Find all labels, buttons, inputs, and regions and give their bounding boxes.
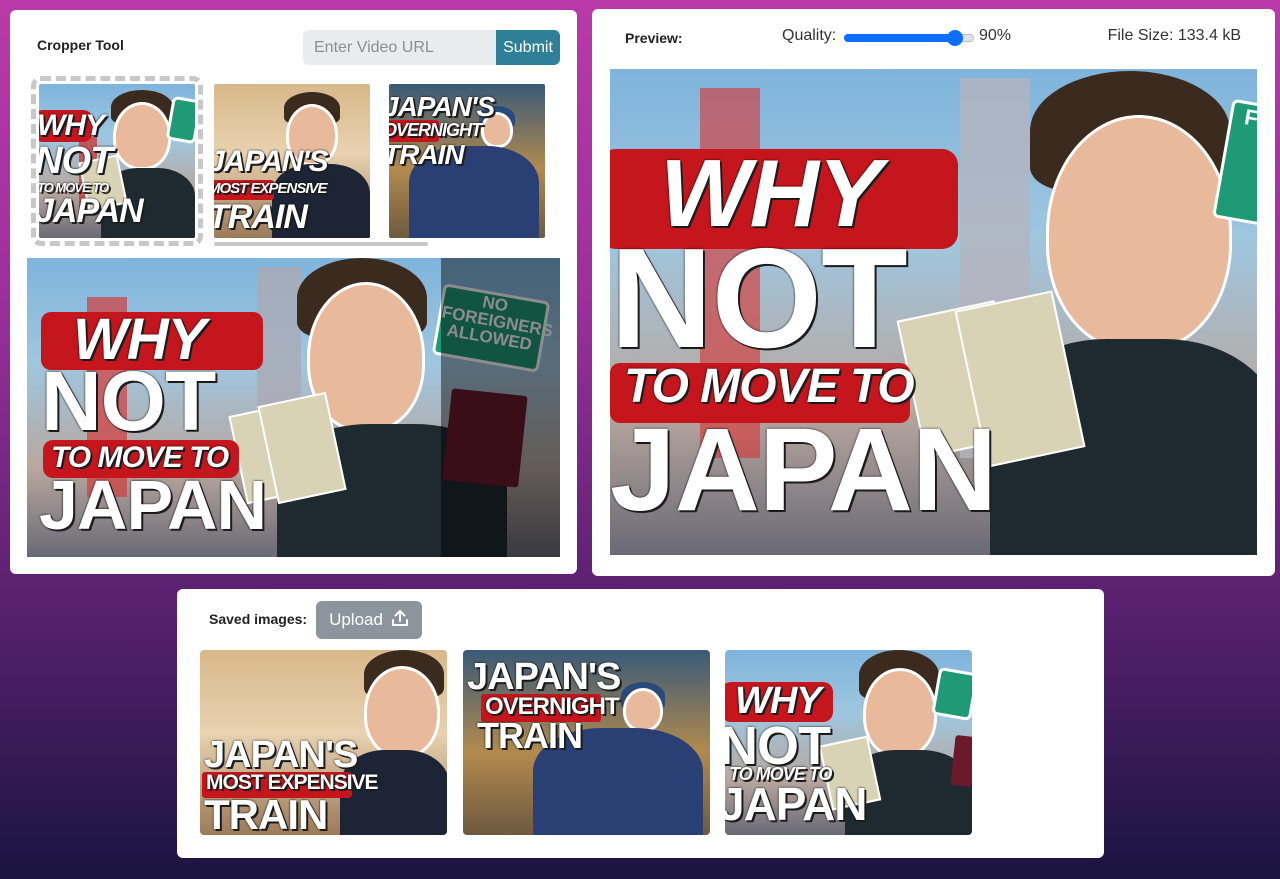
face-shape <box>1046 115 1232 351</box>
preview-header: Preview: Quality: 90% File Size: 133.4 k… <box>592 9 1275 65</box>
thumbnail-option[interactable]: JAPAN'S OVERNIGHT TRAIN <box>389 84 545 238</box>
saved-image-item[interactable]: JAPAN'S MOST EXPENSIVE TRAIN <box>200 650 447 835</box>
face-shape <box>364 666 440 758</box>
quality-label: Quality: <box>782 27 837 44</box>
cropper-title: Cropper Tool <box>37 37 124 53</box>
upload-button[interactable]: Upload <box>316 601 422 639</box>
thumbnail-text: TRAIN <box>389 139 465 170</box>
sign-shape <box>931 666 972 722</box>
preview-panel: Preview: Quality: 90% File Size: 133.4 k… <box>592 9 1275 576</box>
upload-icon <box>391 609 409 632</box>
preview-image: FO WHY NOT TO MOVE TO JAPAN <box>610 69 1257 555</box>
saved-images-label: Saved images: <box>209 611 308 627</box>
quality-slider[interactable] <box>844 30 974 46</box>
saved-text: JAPAN'S <box>467 656 621 698</box>
saved-text: TRAIN <box>477 715 583 756</box>
thumbnail-image: JAPAN'S MOST EXPENSIVE TRAIN <box>214 84 370 238</box>
preview-art: FO WHY NOT TO MOVE TO JAPAN <box>610 69 1257 555</box>
preview-label: Preview: <box>625 30 683 46</box>
crop-mask <box>441 258 560 557</box>
crop-area[interactable]: NO FOREIGNERS ALLOWED WHY NOT TO MOVE TO… <box>27 258 560 557</box>
thumbnail-strip: WHY NOT TO MOVE TO JAPAN JAPAN'S MOST EX… <box>30 76 545 256</box>
thumbnail-option[interactable]: WHY NOT TO MOVE TO JAPAN <box>31 76 203 246</box>
saved-image: JAPAN'S MOST EXPENSIVE TRAIN <box>200 650 447 835</box>
saved-image-item[interactable]: JAPAN'S OVERNIGHT TRAIN <box>463 650 710 835</box>
upload-label: Upload <box>329 610 383 629</box>
saved-image: JAPAN'S OVERNIGHT TRAIN <box>463 650 710 835</box>
cropper-panel: Cropper Tool Submit WHY NOT TO MOVE TO J… <box>10 10 577 574</box>
thumbnail-text: TRAIN <box>214 198 308 236</box>
slider-fill <box>844 34 955 42</box>
thumbnail-text: JAPAN <box>39 192 144 230</box>
face-shape <box>863 668 937 758</box>
saved-text: WHY <box>735 680 822 722</box>
thumbnail-option[interactable]: JAPAN'S MOST EXPENSIVE TRAIN <box>214 84 370 238</box>
quality-value: 90% <box>979 27 1012 44</box>
submit-button[interactable]: Submit <box>496 30 560 65</box>
preview-text: NOT <box>610 219 908 378</box>
crop-text: NOT <box>41 354 216 448</box>
thumbnail-image: WHY NOT TO MOVE TO JAPAN <box>39 84 195 238</box>
passport-shape <box>950 734 972 788</box>
face-shape <box>623 688 663 732</box>
thumbnail-scrollbar[interactable] <box>214 242 428 246</box>
thumbnail-text: MOST EXPENSIVE <box>214 180 328 197</box>
slider-thumb[interactable] <box>946 30 963 46</box>
thumbnail-image: JAPAN'S OVERNIGHT TRAIN <box>389 84 545 238</box>
saved-text: TRAIN <box>204 791 328 835</box>
saved-image-item[interactable]: WHY NOT TO MOVE TO JAPAN <box>725 650 972 835</box>
saved-text: JAPAN <box>725 778 868 830</box>
thumbnail-text: JAPAN'S <box>389 91 495 122</box>
thumbnail-text: JAPAN'S <box>214 145 329 178</box>
saved-images-panel: Saved images: Upload JAPAN'S MOST EXPENS… <box>177 589 1104 858</box>
file-size: File Size: 133.4 kB <box>1107 27 1241 44</box>
video-url-input[interactable] <box>303 30 498 65</box>
crop-text: JAPAN <box>39 466 267 544</box>
preview-text: TO MOVE TO <box>624 360 915 413</box>
saved-image: WHY NOT TO MOVE TO JAPAN <box>725 650 972 835</box>
thumbnail-text: WHY <box>39 109 105 142</box>
thumbnail-text: OVERNIGHT <box>389 120 482 140</box>
saved-text: JAPAN'S <box>204 734 358 776</box>
face-shape <box>113 102 171 170</box>
thumbnail-text: NOT <box>39 140 113 182</box>
preview-text: JAPAN <box>610 404 997 536</box>
